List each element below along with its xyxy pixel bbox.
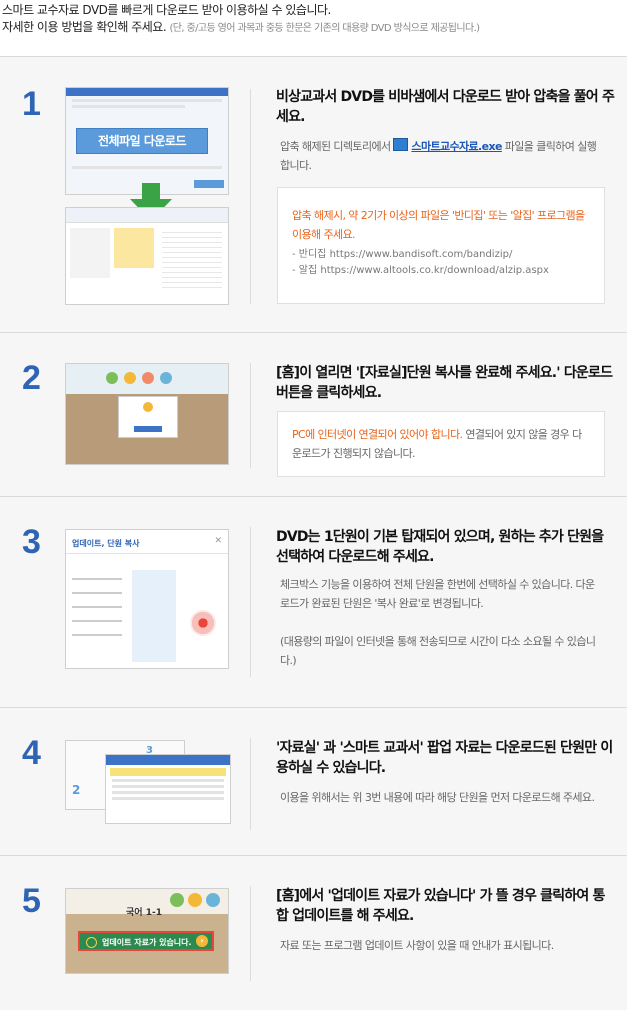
- intro-line-2: 자세한 이용 방법을 확인해 주세요. (단, 중/고등 영어 과목과 중등 한…: [2, 20, 480, 34]
- step-title: 비상교과서 DVD를 비바샘에서 다운로드 받아 압축을 풀어 주세요.: [276, 89, 615, 125]
- step-5: 5 국어 1-1 업데이트 자료가 있습니다. › [홈]에서 '업데이트 자료…: [0, 856, 627, 1009]
- divider: [250, 89, 251, 304]
- step-4-screenshot-front: [105, 754, 231, 824]
- divider: [250, 363, 251, 468]
- popup-dialog: [118, 396, 178, 438]
- step-number: 1: [22, 85, 41, 123]
- step-2: 2 [홈]이 열리면 '[자료실]단원 복사를 완료해 주세요.' 다운로드 버…: [0, 333, 627, 497]
- step-desc: 압축 해제된 디렉토리에서 스마트교수자료.exe 파일을 클릭하여 실행합니다…: [280, 138, 597, 172]
- step-desc: 자료 또는 프로그램 업데이트 사항이 있을 때 안내가 표시됩니다.: [280, 939, 554, 952]
- window-titlebar: [66, 88, 228, 96]
- internet-warning: PC에 인터넷이 연결되어 있어야 합니다.: [292, 428, 463, 441]
- step-5-screenshot-home: 국어 1-1 업데이트 자료가 있습니다. ›: [65, 888, 229, 974]
- step-2-screenshot-home: [65, 363, 229, 465]
- info-box: PC에 인터넷이 연결되어 있어야 합니다. 연결되어 있지 않을 경우 다운로…: [277, 411, 605, 477]
- step-number: 5: [22, 882, 41, 920]
- compression-warning: 압축 해제시, 약 2기가 이상의 파일은 '반디집' 또는 '알집' 프로그램…: [292, 209, 585, 241]
- download-all-button[interactable]: 전체파일 다운로드: [76, 128, 208, 154]
- info-box: 압축 해제시, 약 2기가 이상의 파일은 '반디집' 또는 '알집' 프로그램…: [277, 187, 605, 304]
- divider: [250, 527, 251, 677]
- click-indicator-icon: [190, 610, 216, 636]
- exe-file-icon: [393, 138, 409, 151]
- step-3-screenshot-dialog: 업데이트, 단원 복사 ✕: [65, 529, 229, 669]
- steps-panel: 1 전체파일 다운로드 비상교과서 DVD를 비바샘에서 다운로드 받아 압축을…: [0, 56, 627, 1010]
- update-banner-button[interactable]: 업데이트 자료가 있습니다. ›: [78, 931, 214, 951]
- alzip-link[interactable]: - 알집 https://www.altools.co.kr/download/…: [292, 263, 590, 279]
- dialog-title: 업데이트, 단원 복사: [66, 530, 228, 554]
- step-number: 3: [22, 523, 41, 561]
- close-icon[interactable]: ✕: [214, 536, 222, 546]
- divider: [250, 886, 251, 981]
- step-desc: 이용을 위해서는 위 3번 내용에 따라 해당 단원을 먼저 다운로드해 주세요…: [280, 791, 595, 804]
- bandizip-link[interactable]: - 반디집 https://www.bandisoft.com/bandizip…: [292, 247, 590, 263]
- intro-line-1: 스마트 교수자료 DVD를 빠르게 다운로드 받아 이용하실 수 있습니다.: [2, 3, 331, 17]
- step-4: 4 2 3 '자료실' 과 '스마트 교과서' 팝업 자료는 다운로드된 단원만…: [0, 708, 627, 856]
- step-title: DVD는 1단원이 기본 탑재되어 있으며, 원하는 추가 단원을 선택하여 다…: [276, 529, 604, 565]
- bell-icon: [86, 937, 97, 948]
- exe-file-link[interactable]: 스마트교수자료.exe: [411, 140, 502, 153]
- step-1-screenshot-explorer: [65, 207, 229, 305]
- step-title: '자료실' 과 '스마트 교과서' 팝업 자료는 다운로드된 단원만 이용하실 …: [276, 740, 613, 776]
- chevron-right-icon: ›: [196, 935, 208, 947]
- step-desc: 체크박스 기능을 이용하여 전체 단원을 한번에 선택하실 수 있습니다. 다운…: [280, 578, 595, 610]
- step-number: 4: [22, 734, 41, 772]
- step-1-screenshot-top: 전체파일 다운로드: [65, 87, 229, 195]
- step-desc-note: (대용량의 파일이 인터넷을 통해 전송되므로 시간이 다소 소요될 수 있습니…: [280, 635, 596, 667]
- step-3: 3 업데이트, 단원 복사 ✕ DVD는 1단원이 기본 탑재되어 있으며, 원…: [0, 497, 627, 708]
- step-title: [홈]이 열리면 '[자료실]단원 복사를 완료해 주세요.' 다운로드 버튼을…: [276, 365, 613, 401]
- step-number: 2: [22, 359, 41, 397]
- step-1: 1 전체파일 다운로드 비상교과서 DVD를 비바샘에서 다운로드 받아 압축을…: [0, 57, 627, 333]
- step-title: [홈]에서 '업데이트 자료가 있습니다' 가 뜰 경우 클릭하여 통합 업데이…: [276, 888, 605, 924]
- subject-label: 국어 1-1: [126, 908, 162, 918]
- intro-text: 스마트 교수자료 DVD를 빠르게 다운로드 받아 이용하실 수 있습니다. 자…: [2, 2, 625, 37]
- divider: [250, 738, 251, 830]
- intro-note: (단, 중/고등 영어 과목과 중등 한문은 기존의 대용량 DVD 방식으로 …: [169, 23, 480, 34]
